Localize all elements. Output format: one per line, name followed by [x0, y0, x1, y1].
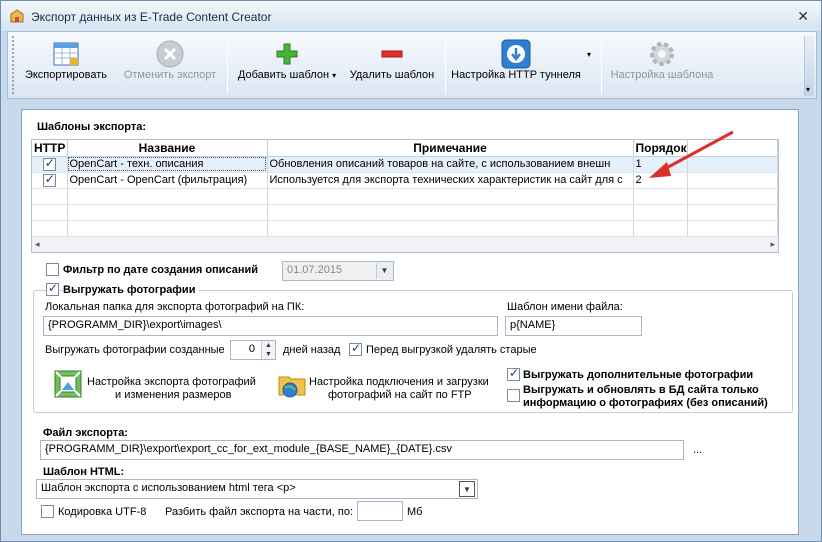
- created-label: Выгружать фотографии созданные: [45, 344, 225, 356]
- http-checkbox[interactable]: [42, 156, 56, 171]
- column-name[interactable]: Название: [67, 140, 268, 157]
- split-label: Разбить файл экспорта на части, по:: [165, 506, 354, 518]
- toolbar-separator: [445, 36, 446, 94]
- toolbar-overflow-button[interactable]: ▾: [804, 36, 814, 96]
- add-template-label: Добавить шаблон ▾: [237, 69, 337, 81]
- toolbar-grip[interactable]: [12, 36, 15, 94]
- days-stepper[interactable]: 0 ▲ ▼: [230, 340, 276, 360]
- column-http[interactable]: HTTP: [32, 140, 68, 157]
- extra-photos-label: Выгружать дополнительные фотографии: [523, 369, 754, 381]
- http-checkbox[interactable]: [42, 172, 56, 187]
- utf8-checkbox[interactable]: [41, 505, 54, 518]
- app-icon: [10, 9, 24, 23]
- close-icon[interactable]: ✕: [797, 8, 809, 25]
- folder-label: Локальная папка для экспорта фотографий …: [45, 301, 305, 313]
- gear-icon: [650, 42, 674, 66]
- extra-photos-checkbox[interactable]: [507, 366, 520, 381]
- date-filter-label: Фильтр по дате создания описаний: [63, 264, 258, 276]
- delete-old-label: Перед выгрузкой удалять старые: [366, 344, 537, 356]
- add-template-button[interactable]: Добавить шаблон ▾: [232, 32, 342, 98]
- photos-checkbox[interactable]: [46, 281, 59, 296]
- minus-icon: [381, 50, 403, 58]
- annotation-arrow: [649, 130, 734, 178]
- table-row: [32, 188, 778, 205]
- toolbar: Экспортировать Отменить экспорт Добавить…: [7, 31, 817, 99]
- export-window: Экспорт данных из E-Trade Content Creato…: [0, 0, 822, 542]
- cancel-export-button[interactable]: Отменить экспорт: [118, 32, 222, 98]
- export-button[interactable]: Экспортировать: [18, 32, 114, 98]
- horizontal-scrollbar[interactable]: ◂ ▸: [32, 236, 778, 252]
- split-unit-label: Мб: [407, 506, 423, 518]
- export-file-input[interactable]: {PROGRAMM_DIR}\export\export_cc_for_ext_…: [40, 440, 684, 460]
- column-note[interactable]: Примечание: [267, 140, 634, 157]
- row-note: Используется для экспорта технических ха…: [267, 172, 634, 189]
- html-template-dropdown-icon[interactable]: ▼: [459, 481, 475, 497]
- export-grid-icon: [53, 42, 79, 66]
- http-tunnel-dropdown-icon[interactable]: ▾: [587, 50, 591, 59]
- spin-down-icon[interactable]: ▼: [262, 350, 275, 359]
- http-tunnel-icon: [501, 39, 531, 69]
- ftp-folder-globe-icon: [278, 376, 306, 398]
- filename-template-label: Шаблон имени файла:: [507, 301, 623, 313]
- spin-up-icon[interactable]: ▲: [262, 341, 275, 350]
- cancel-export-label: Отменить экспорт: [123, 69, 217, 81]
- delete-template-label: Удалить шаблон: [349, 69, 435, 81]
- filename-template-input[interactable]: p{NAME}: [505, 316, 642, 336]
- http-tunnel-label: Настройка HTTP туннеля: [451, 69, 581, 81]
- dropdown-arrow-icon: ▾: [332, 71, 337, 80]
- days-spin-buttons[interactable]: ▲ ▼: [261, 341, 275, 359]
- scroll-right-icon[interactable]: ▸: [770, 239, 775, 250]
- title-bar: Экспорт данных из E-Trade Content Creato…: [1, 1, 821, 31]
- row-name: OpenCart - OpenCart (фильтрация): [67, 172, 268, 189]
- row-name: OpenCart - техн. описания: [67, 156, 268, 173]
- http-tunnel-button[interactable]: Настройка HTTP туннеля: [450, 32, 582, 98]
- export-file-label: Файл экспорта:: [43, 427, 128, 439]
- resize-photos-icon: [54, 370, 82, 398]
- html-template-label: Шаблон HTML:: [43, 466, 125, 478]
- photo-folder-input[interactable]: {PROGRAMM_DIR}\export\images\: [43, 316, 498, 336]
- update-db-line2: информацию о фотографиях (без описаний): [523, 397, 768, 409]
- update-db-checkbox[interactable]: [507, 389, 520, 402]
- delete-old-checkbox[interactable]: [349, 341, 362, 356]
- templates-label: Шаблоны экспорта:: [37, 121, 147, 133]
- plus-icon: [276, 43, 298, 65]
- ftp-settings-line2: фотографий на сайт по FTP: [328, 389, 472, 401]
- photos-label: Выгружать фотографии: [63, 284, 200, 296]
- scroll-left-icon[interactable]: ◂: [35, 239, 40, 250]
- html-template-select[interactable]: Шаблон экспорта с использованием html те…: [36, 479, 478, 499]
- delete-template-button[interactable]: Удалить шаблон: [344, 32, 440, 98]
- window-title: Экспорт данных из E-Trade Content Creato…: [31, 10, 272, 24]
- row-note: Обновления описаний товаров на сайте, с …: [267, 156, 634, 173]
- toolbar-separator: [227, 36, 228, 94]
- days-ago-label: дней назад: [283, 344, 341, 356]
- cancel-icon: [156, 40, 184, 68]
- browse-button[interactable]: ...: [693, 444, 702, 456]
- template-settings-button[interactable]: Настройка шаблона: [606, 32, 718, 98]
- template-settings-label: Настройка шаблона: [610, 69, 714, 81]
- date-filter-input[interactable]: 01.07.2015 ▼: [282, 261, 394, 281]
- export-label: Экспортировать: [24, 69, 108, 81]
- date-dropdown-icon[interactable]: ▼: [376, 263, 392, 279]
- ftp-settings-line1: Настройка подключения и загрузки: [309, 376, 489, 388]
- date-filter-checkbox[interactable]: [46, 263, 59, 276]
- utf8-label: Кодировка UTF-8: [58, 506, 147, 518]
- table-row: [32, 204, 778, 221]
- resize-settings-line1: Настройка экспорта фотографий: [87, 376, 256, 388]
- table-row: [32, 220, 778, 237]
- split-size-input[interactable]: [357, 501, 403, 521]
- toolbar-separator: [601, 36, 602, 94]
- overflow-arrow-icon: ▾: [806, 85, 811, 94]
- update-db-line1: Выгружать и обновлять в БД сайта только: [523, 384, 759, 396]
- resize-settings-line2: и изменения размеров: [115, 389, 232, 401]
